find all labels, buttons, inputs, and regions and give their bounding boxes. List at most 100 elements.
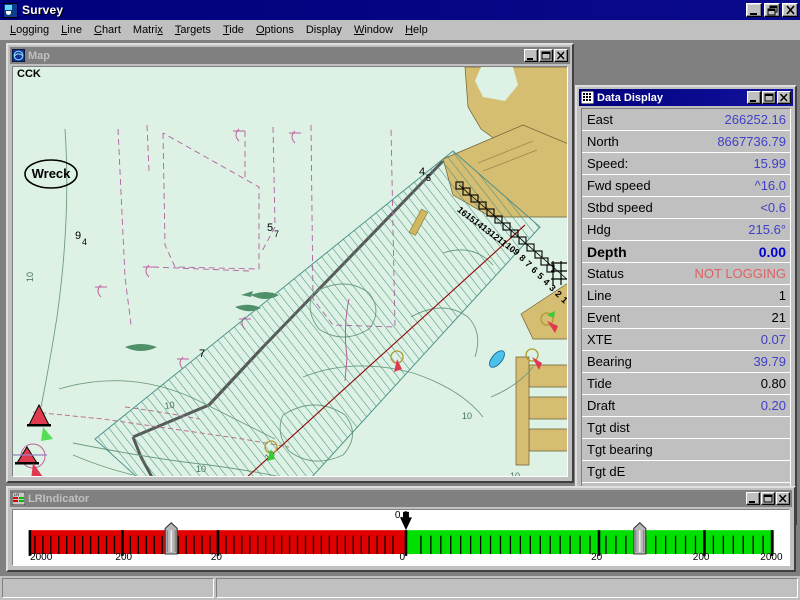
map-maximize-button[interactable] xyxy=(539,49,553,62)
menubar: Logging Line Chart Matrix Targets Tide O… xyxy=(0,20,800,40)
data-row-status: Status NOT LOGGING xyxy=(582,263,790,285)
menu-tide[interactable]: Tide xyxy=(217,22,250,38)
data-display-titlebar[interactable]: Data Display xyxy=(579,89,793,106)
data-row-east: East 266252.16 xyxy=(582,109,790,131)
data-value-fwd-speed: ^16.0 xyxy=(755,178,786,193)
status-badge: NOT LOGGING xyxy=(695,266,787,281)
data-row-stbd-speed: Stbd speed <0.6 xyxy=(582,197,790,219)
svg-text:4: 4 xyxy=(419,166,425,178)
application-window: Survey Logging Line Chart xyxy=(0,0,800,600)
data-label-depth: Depth xyxy=(587,244,759,260)
map-window-controls xyxy=(524,49,568,62)
restore-button[interactable] xyxy=(764,3,780,17)
map-minimize-button[interactable] xyxy=(524,49,538,62)
data-value-tide: 0.80 xyxy=(761,376,786,391)
data-value-event: 21 xyxy=(772,310,786,325)
data-value-hdg: 215.6° xyxy=(748,222,786,237)
menu-logging[interactable]: Logging xyxy=(4,22,55,38)
data-display-window: Data Display East 266252.16 xyxy=(575,85,797,525)
data-label-stbd-speed: Stbd speed xyxy=(587,200,760,215)
svg-text:4: 4 xyxy=(82,237,87,247)
menu-logging-label: ogging xyxy=(16,24,49,36)
map-window-titlebar[interactable]: Map xyxy=(10,47,570,64)
map-chart-canvas[interactable]: 10 10 10 10 10 10 xyxy=(12,66,568,477)
data-row-bearing: Bearing 39.79 xyxy=(582,351,790,373)
data-row-event: Event 21 xyxy=(582,307,790,329)
menu-targets[interactable]: Targets xyxy=(169,22,217,38)
survey-app-icon xyxy=(3,3,18,18)
map-window: Map xyxy=(6,43,574,483)
statusbar-pane-1 xyxy=(2,578,214,598)
data-row-fwd-speed: Fwd speed ^16.0 xyxy=(582,175,790,197)
menu-chart[interactable]: Chart xyxy=(88,22,127,38)
menu-line[interactable]: Line xyxy=(55,22,88,38)
data-value-xte: 0.07 xyxy=(761,332,786,347)
data-minimize-button[interactable] xyxy=(747,91,761,104)
window-controls xyxy=(746,3,798,17)
close-button[interactable] xyxy=(782,3,798,17)
minimize-button[interactable] xyxy=(746,3,762,17)
lr-close-button[interactable] xyxy=(776,492,790,505)
data-value-depth: 0.00 xyxy=(759,244,786,260)
data-label-event: Event xyxy=(587,310,772,325)
data-label-bearing: Bearing xyxy=(587,354,753,369)
data-label-north: North xyxy=(587,134,717,149)
data-maximize-button[interactable] xyxy=(762,91,776,104)
lr-indicator-title: LRIndicator xyxy=(25,493,746,505)
main-titlebar: Survey xyxy=(0,0,800,20)
map-window-title: Map xyxy=(25,50,524,62)
data-label-xte: XTE xyxy=(587,332,761,347)
wreck-label: Wreck xyxy=(32,166,72,181)
lr-indicator-titlebar[interactable]: LR LRIndicator xyxy=(10,490,792,507)
data-display-controls xyxy=(747,91,791,104)
data-label-speed: Speed: xyxy=(587,156,753,171)
data-row-draft: Draft 0.20 xyxy=(582,395,790,417)
lr-indicator-body[interactable]: 0.1 2000 200 20 0 20 200 2000 xyxy=(12,509,790,566)
data-row-xte: XTE 0.07 xyxy=(582,329,790,351)
svg-text:9: 9 xyxy=(75,230,81,242)
lr-maximize-button[interactable] xyxy=(761,492,775,505)
data-value-line: 1 xyxy=(779,288,786,303)
data-label-tide: Tide xyxy=(587,376,761,391)
data-label-hdg: Hdg xyxy=(587,222,748,237)
data-value-east: 266252.16 xyxy=(725,112,786,127)
data-row-speed: Speed: 15.99 xyxy=(582,153,790,175)
lr-slider-handle-right[interactable] xyxy=(634,523,646,554)
map-close-button[interactable] xyxy=(554,49,568,62)
chart-corner-label: CCK xyxy=(17,68,41,80)
svg-text:5: 5 xyxy=(267,222,273,234)
svg-text:7: 7 xyxy=(274,229,279,239)
data-label-fwd-speed: Fwd speed xyxy=(587,178,755,193)
map-window-icon xyxy=(12,49,25,62)
lr-slider-handle-left[interactable] xyxy=(165,523,177,554)
app-title: Survey xyxy=(22,3,746,17)
menu-matrix[interactable]: Matrix xyxy=(127,22,169,38)
data-display-list: East 266252.16 North 8667736.79 Speed: 1… xyxy=(581,108,791,519)
data-label-east: East xyxy=(587,112,725,127)
data-row-tgt-bearing: Tgt bearing xyxy=(582,439,790,461)
data-row-depth: Depth 0.00 xyxy=(582,241,790,263)
menu-help[interactable]: Help xyxy=(399,22,434,38)
data-label-tgt-dist: Tgt dist xyxy=(587,420,786,435)
svg-text:10: 10 xyxy=(510,471,520,477)
data-row-tide: Tide 0.80 xyxy=(582,373,790,395)
data-value-draft: 0.20 xyxy=(761,398,786,413)
data-value-stbd-speed: <0.6 xyxy=(760,200,786,215)
lr-indicator-controls xyxy=(746,492,790,505)
data-row-tgt-de: Tgt dE xyxy=(582,461,790,483)
data-label-status: Status xyxy=(587,266,695,281)
data-value-bearing: 39.79 xyxy=(753,354,786,369)
data-row-north: North 8667736.79 xyxy=(582,131,790,153)
menu-options[interactable]: Options xyxy=(250,22,300,38)
data-display-title: Data Display xyxy=(594,92,747,104)
data-value-north: 8667736.79 xyxy=(717,134,786,149)
data-value-speed: 15.99 xyxy=(753,156,786,171)
lr-indicator-icon: LR xyxy=(12,492,25,505)
lr-indicator-window: LR LRIndicator xyxy=(6,486,796,572)
lr-minimize-button[interactable] xyxy=(746,492,760,505)
data-close-button[interactable] xyxy=(777,91,791,104)
menu-window[interactable]: Window xyxy=(348,22,399,38)
menu-display[interactable]: Display xyxy=(300,22,348,38)
left-right-indicator-gauge xyxy=(13,510,789,565)
svg-text:LR: LR xyxy=(14,492,19,497)
